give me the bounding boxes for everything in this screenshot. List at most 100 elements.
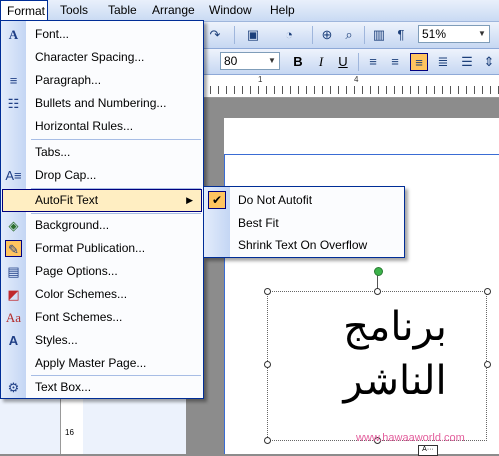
- ruler-ticks: [186, 86, 499, 94]
- menu-item-label: Drop Cap...: [35, 168, 97, 182]
- menu-item-bullets-numbering[interactable]: ☷ Bullets and Numbering...: [2, 92, 202, 115]
- distribute-icon[interactable]: ☰: [458, 53, 476, 71]
- submenu-item-label: Do Not Autofit: [238, 193, 313, 207]
- formatting-toolbar: 80 ▼ B I U ≡ ≡ ≡ ≣ ☰ ⇕: [186, 49, 499, 75]
- menu-item-label: Text Box...: [35, 380, 92, 394]
- menu-item-font-schemes[interactable]: Aa Font Schemes...: [2, 306, 202, 329]
- menu-help[interactable]: Help: [270, 3, 295, 17]
- submenu-item-label: Shrink Text On Overflow: [238, 238, 368, 252]
- submenu-item-do-not-autofit[interactable]: ✔ Do Not Autofit: [205, 189, 403, 211]
- resize-handle[interactable]: [264, 361, 271, 368]
- menu-item-color-schemes[interactable]: ◩ Color Schemes...: [2, 283, 202, 306]
- menu-item-autofit-text[interactable]: AutoFit Text ▶: [2, 189, 202, 212]
- menu-item-label: Font...: [35, 27, 70, 41]
- ruler-number: 1: [258, 75, 263, 84]
- menu-item-label: Background...: [35, 218, 110, 232]
- submenu-arrow-icon: ▶: [186, 195, 193, 205]
- text-box-content[interactable]: برنامج الناشر: [300, 300, 490, 408]
- ruler-number: 16: [65, 428, 74, 437]
- chevron-down-icon: ▼: [268, 56, 276, 65]
- menu-item-label: AutoFit Text: [35, 193, 99, 207]
- color-schemes-icon: ◩: [7, 287, 20, 302]
- menu-item-apply-master-page[interactable]: Apply Master Page...: [2, 352, 202, 375]
- menu-item-label: Character Spacing...: [35, 50, 145, 64]
- menu-window[interactable]: Window: [209, 3, 252, 17]
- align-left-icon[interactable]: ≡: [364, 53, 382, 71]
- paragraph-icon: ≡: [9, 73, 18, 88]
- rotate-icon[interactable]: ◔: [280, 26, 298, 44]
- chevron-down-icon: ▼: [478, 29, 486, 38]
- menu-item-page-options[interactable]: ▤ Page Options...: [2, 260, 202, 283]
- background-icon: ◈: [8, 218, 19, 233]
- menu-item-format-publication[interactable]: ✎ Format Publication...: [2, 237, 202, 260]
- menu-item-label: Horizontal Rules...: [35, 119, 134, 133]
- align-center-icon[interactable]: ≡: [386, 53, 404, 71]
- justify-icon[interactable]: ≣: [434, 53, 452, 71]
- submenu-item-best-fit[interactable]: Best Fit: [205, 212, 403, 234]
- ruler-number: 4: [354, 75, 359, 84]
- italic-icon[interactable]: I: [312, 53, 330, 71]
- research-icon[interactable]: ⌕: [340, 26, 358, 44]
- menu-item-tabs[interactable]: Tabs...: [2, 141, 202, 164]
- text-box-icon: ⚙: [7, 380, 20, 395]
- styles-icon: A: [8, 333, 19, 348]
- menu-item-background[interactable]: ◈ Background...: [2, 214, 202, 237]
- menu-table[interactable]: Table: [108, 3, 137, 17]
- format-publication-icon: ✎: [5, 240, 22, 257]
- columns-icon[interactable]: ▥: [370, 26, 388, 44]
- resize-handle[interactable]: [374, 288, 381, 295]
- toolbar-separator: [312, 26, 313, 44]
- menu-item-paragraph[interactable]: ≡ Paragraph...: [2, 69, 202, 92]
- toolbar-separator: [358, 53, 359, 71]
- line-spacing-icon[interactable]: ⇕: [480, 53, 498, 71]
- menu-item-label: Page Options...: [35, 264, 118, 278]
- menu-item-character-spacing[interactable]: Character Spacing...: [2, 46, 202, 69]
- menu-item-label: Styles...: [35, 333, 78, 347]
- text-overflow-indicator[interactable]: A···: [418, 445, 438, 456]
- bold-icon[interactable]: B: [289, 53, 307, 71]
- menu-item-font[interactable]: A Font...: [2, 23, 202, 46]
- zoom-value: 51%: [422, 27, 447, 41]
- menu-item-label: Format Publication...: [35, 241, 146, 255]
- menu-item-text-box[interactable]: ⚙ Text Box...: [2, 376, 202, 399]
- menu-item-horizontal-rules[interactable]: Horizontal Rules...: [2, 115, 202, 138]
- menu-item-label: Color Schemes...: [35, 287, 128, 301]
- zoom-select[interactable]: 51% ▼: [418, 25, 490, 43]
- autofit-submenu: ✔ Do Not Autofit Best Fit Shrink Text On…: [203, 186, 405, 258]
- resize-handle[interactable]: [484, 288, 491, 295]
- redo-icon[interactable]: ↷: [206, 26, 224, 44]
- submenu-item-label: Best Fit: [238, 216, 279, 230]
- align-right-icon[interactable]: ≡: [410, 53, 428, 71]
- menu-item-label: Bullets and Numbering...: [35, 96, 167, 110]
- menu-arrange[interactable]: Arrange: [152, 3, 195, 17]
- horizontal-ruler: 1 4: [186, 75, 499, 98]
- toolbar-separator: [234, 26, 235, 44]
- underline-icon[interactable]: U: [334, 53, 352, 71]
- menu-item-styles[interactable]: A Styles...: [2, 329, 202, 352]
- submenu-item-shrink-text-on-overflow[interactable]: Shrink Text On Overflow: [205, 234, 403, 256]
- resize-handle[interactable]: [264, 288, 271, 295]
- toolbar-separator: [364, 26, 365, 44]
- resize-handle[interactable]: [264, 437, 271, 444]
- left-pane-remnant: [0, 400, 60, 454]
- drop-cap-icon: A≡: [5, 168, 22, 183]
- standard-toolbar: ↷ ▣ ◔ ⊕ ⌕ ▥ ¶ 51% ▼: [186, 22, 499, 49]
- menu-item-label: Apply Master Page...: [35, 356, 147, 370]
- menu-format[interactable]: Format: [0, 0, 48, 21]
- page-options-icon: ▤: [7, 264, 20, 279]
- font-icon: A: [8, 27, 19, 42]
- rotation-handle[interactable]: [374, 267, 383, 276]
- font-size-value: 80: [224, 54, 238, 68]
- menu-separator: [31, 139, 201, 140]
- hyperlink-icon[interactable]: ⊕: [318, 26, 336, 44]
- format-menu: A Font... Character Spacing... ≡ Paragra…: [0, 20, 204, 399]
- checkmark-icon: ✔: [208, 191, 226, 209]
- menu-bar: Format Tools Table Arrange Window Help: [0, 0, 499, 22]
- text-line: الناشر: [343, 358, 447, 404]
- arrange-icon[interactable]: ▣: [244, 26, 262, 44]
- menu-item-drop-cap[interactable]: A≡ Drop Cap...: [2, 164, 202, 187]
- font-size-select[interactable]: 80 ▼: [220, 52, 280, 70]
- pilcrow-icon[interactable]: ¶: [392, 26, 410, 44]
- menu-tools[interactable]: Tools: [60, 3, 88, 17]
- text-line: برنامج: [343, 304, 447, 350]
